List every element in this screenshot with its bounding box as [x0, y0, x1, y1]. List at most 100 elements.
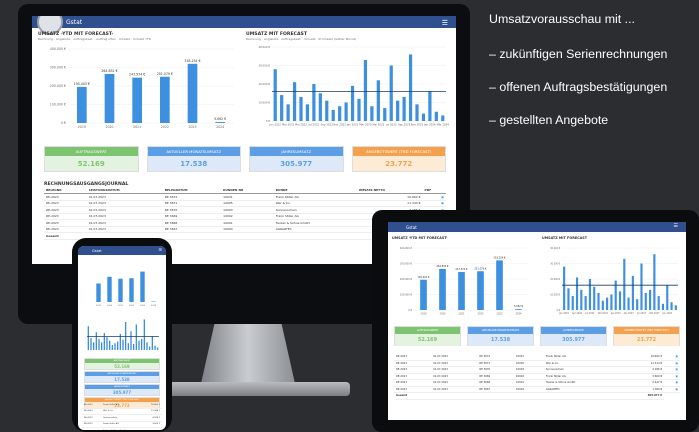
kpi-value: 52.169 [85, 363, 159, 369]
bar [402, 96, 406, 121]
x-tick-label: Jan 2023 [346, 123, 359, 127]
hamburger-icon[interactable]: ☰ [442, 19, 448, 27]
y-tick-label: 0 € [408, 309, 412, 312]
bar [103, 333, 105, 350]
kpi-card: ANGEBOTSWERT (TBD FORECAST) 23.772 [613, 326, 680, 346]
bar [96, 283, 101, 302]
kpi-card: JAHRESUMSATZ 305.977 [540, 326, 607, 346]
bar [627, 297, 630, 310]
kpi-value: 52.169 [395, 334, 460, 346]
kpi-card: JAHRESUMSATZ 305.977 [84, 384, 160, 396]
x-tick-label: Sep 2023 [398, 123, 411, 127]
kpi-card: AKTUELLER MONATSUMSATZ 17.538 [467, 326, 534, 346]
bar [98, 338, 100, 350]
bar [421, 113, 426, 121]
bar [357, 98, 361, 121]
kpi-label: AUFTRAGSWERT [45, 147, 138, 156]
y-tick-label: 30.000 € [550, 263, 560, 266]
monthly-bar-chart: 40.000 €30.000 €20.000 €10.000 €0 €Jan 2… [258, 45, 450, 127]
bar [157, 347, 159, 350]
x-tick-label: 2024 [151, 305, 157, 307]
phone-ytd-chart: 2019 2020 2021 2022 2023 2024 [96, 271, 157, 307]
side-heading: Umsatzvorausschau mit ... [489, 12, 635, 26]
y-tick-label: 10.000 € [550, 294, 560, 297]
y-tick-label: 300.000 € [50, 66, 66, 70]
bar [125, 321, 127, 350]
pdf-icon[interactable]: ▣ [664, 386, 680, 393]
x-tick-label: Okt 2022 [598, 312, 609, 315]
bar [363, 59, 368, 121]
y-tick-label: 100.000 € [400, 294, 413, 297]
ytd-bar-chart: 400.000 € 300.000 € 200.000 € 100.000 € 0 € 1… [50, 47, 234, 129]
tablet-monthly-title: UMSATZ MIT FORECAST [542, 236, 588, 240]
bar [434, 111, 438, 121]
y-tick-label: 0 € [61, 121, 66, 125]
data-label: 264.832 € [101, 69, 117, 73]
table-cell: 2.447 € [142, 427, 162, 430]
bar [292, 82, 297, 121]
y-tick-label: 400.000 € [400, 247, 413, 250]
bar [515, 309, 522, 310]
x-tick-label: Jan 2024 [423, 123, 436, 127]
x-tick-label: Nov 2022 [333, 123, 346, 127]
bar [618, 291, 622, 310]
bar [338, 106, 342, 121]
bar [101, 342, 103, 350]
bar [117, 341, 119, 350]
x-tick-label: Mär 2024 [437, 123, 450, 127]
bar [428, 91, 432, 121]
y-tick-label: 40.000 € [258, 45, 270, 49]
bar [325, 100, 329, 121]
x-tick-label: 2019 [78, 125, 86, 129]
x-tick-label: Jul 2022 [584, 312, 595, 315]
data-label: 264.832 € [436, 265, 449, 268]
x-tick-label: 2022 [129, 305, 135, 307]
table-row[interactable]: RE-2023Tauber & Söhne GmbH2.447 € [82, 427, 162, 430]
x-tick-label: Jul 2023 [385, 123, 397, 127]
bar [106, 337, 108, 350]
x-tick-label: Jul 2022 [308, 123, 320, 127]
x-tick-label: 2021 [458, 312, 465, 315]
bar [104, 73, 115, 123]
bar [138, 340, 140, 350]
bar [420, 279, 427, 310]
bar [312, 84, 316, 121]
bar [95, 332, 97, 350]
tablet-journal: RE-2023 01.07.2023 RE 3672 10031 Frank Still… [394, 354, 680, 400]
y-tick-label: 20.000 € [550, 278, 560, 281]
x-tick-label: Apr 2022 [572, 312, 583, 315]
kpi-card: AKTUELLER MONATSUMSATZ 17.538 [84, 371, 160, 383]
bar [661, 303, 665, 310]
bar [370, 106, 374, 121]
total-label: Gesamt [394, 392, 432, 400]
kpi-value: 23.772 [614, 334, 679, 346]
hamburger-icon[interactable]: ☰ [674, 223, 678, 229]
table-cell: Tauber & Söhne GmbH [101, 427, 143, 430]
bar [130, 331, 132, 350]
x-tick-label: 2022 [477, 312, 484, 315]
kpi-card: AKTUELLER MONATSUMSATZ 17.538 [146, 146, 241, 172]
side-bullet: – gestellten Angebote [489, 113, 609, 127]
tablet-ytd-title: UMSATZ -YTD MIT FORECAST- [392, 236, 448, 240]
bar [649, 289, 652, 310]
hamburger-icon[interactable]: ☰ [158, 247, 162, 252]
bar [606, 297, 609, 310]
data-label: 195.403 € [74, 82, 90, 86]
tablet-ytd-chart: 400.000 € 300.000 € 200.000 € 100.000 € 0 € 1… [400, 247, 528, 315]
x-tick-label: 2020 [105, 125, 113, 129]
tablet-kpi-row: AUFTRAGSWERT 52.169 AKTUELLER MONATSUMSATZ… [394, 326, 680, 346]
x-tick-label: Mär 2023 [359, 123, 372, 127]
y-tick-label: 10.000 € [258, 101, 270, 105]
bar [588, 279, 591, 310]
bar [636, 299, 639, 310]
kpi-card: AUFTRAGSWERT 52.169 [394, 326, 461, 346]
bar [396, 100, 400, 121]
bar [415, 104, 419, 121]
x-tick-label: Mär 2022 [282, 123, 295, 127]
side-bullet: – zukünftigen Serienrechnungen [489, 47, 668, 61]
bar [286, 104, 290, 121]
bar [76, 86, 87, 123]
tablet-topbar: Gstat ☰ [388, 222, 686, 232]
bar [135, 324, 137, 350]
app-name: Gstat [406, 224, 417, 230]
